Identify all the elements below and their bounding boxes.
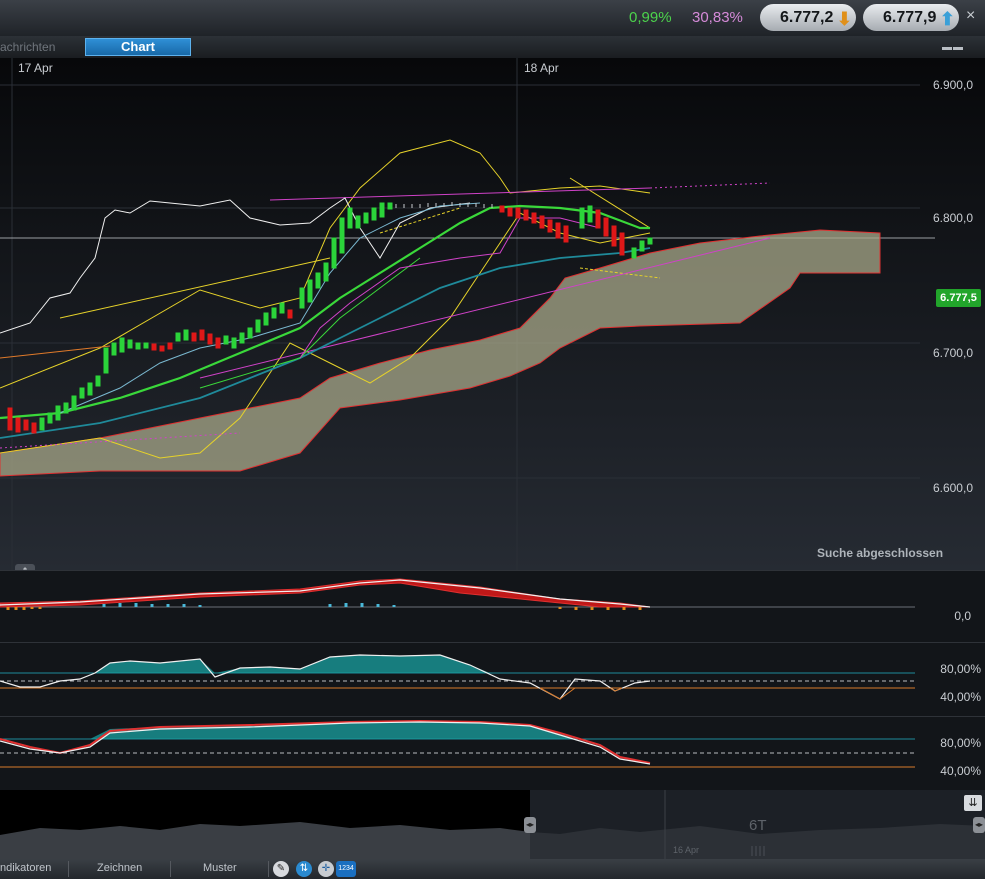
y-axis-label-1: 6.900,0: [932, 78, 973, 92]
expand-down-icon[interactable]: ⇊: [964, 795, 982, 811]
updown-arrows-icon[interactable]: ⇅: [296, 861, 312, 877]
navigator-canvas: [0, 790, 985, 860]
window-controls-icon[interactable]: ▬▬: [942, 42, 964, 53]
stoch1-low-label: 40,00%: [940, 690, 981, 704]
arrow-up-icon: ⬆: [939, 9, 955, 29]
tab-news[interactable]: achrichten: [0, 40, 55, 54]
tab-draw[interactable]: Zeichnen: [97, 862, 142, 874]
stochastic-panel-2[interactable]: 80,00% 40,00%: [0, 716, 985, 791]
y-axis-label-4: 6.600,0: [932, 481, 973, 495]
change-percent-green: 0,99%: [629, 9, 672, 26]
toolbar-separator: [170, 861, 171, 877]
arrow-down-icon: ⬇: [836, 9, 852, 29]
stoch2-low-label: 40,00%: [940, 764, 981, 778]
price-chart-canvas: [0, 58, 985, 570]
pencil-icon[interactable]: ✎: [273, 861, 289, 877]
macd-canvas: [0, 578, 915, 610]
toolbar-separator: [268, 861, 269, 877]
chart-navigator[interactable]: ◂▸ ◂▸ 6T 16 Apr: [0, 790, 985, 860]
buy-price-value: 6.777,9: [883, 9, 937, 26]
navigator-left-handle[interactable]: ◂▸: [524, 817, 536, 833]
date-label-2: 18 Apr: [524, 61, 559, 75]
change-percent-pink: 30,83%: [692, 9, 743, 26]
navigator-period-label: 6T: [749, 817, 767, 834]
y-axis-label-3: 6.700,0: [932, 346, 973, 360]
buy-price-button[interactable]: 6.777,9 ⬆: [863, 4, 959, 31]
macd-zero-label: 0,0: [954, 609, 971, 623]
numbers-icon[interactable]: 1234: [336, 861, 356, 877]
y-axis-label-2: 6.800,0: [932, 211, 973, 225]
top-bar: 0,99% 30,83% 6.777,2 ⬇ 6.777,9 ⬆ ×: [0, 0, 985, 36]
navigator-date-label: 16 Apr: [673, 845, 700, 855]
tab-bar: achrichten Chart ▬▬: [0, 36, 985, 59]
price-chart[interactable]: 17 Apr 18 Apr 6.900,0 6.800,0 6.700,0 6.…: [0, 58, 985, 570]
bottom-toolbar: ndikatoren Zeichnen Muster ✎ ⇅ ✛ 1234: [0, 859, 985, 879]
stoch1-high-label: 80,00%: [940, 662, 981, 676]
macd-panel[interactable]: 0,0: [0, 570, 985, 643]
tab-indicators[interactable]: ndikatoren: [0, 862, 51, 874]
stoch2-high-label: 80,00%: [940, 736, 981, 750]
tab-chart[interactable]: Chart: [85, 38, 191, 56]
crosshair-icon[interactable]: ✛: [318, 861, 334, 877]
stochastic-panel-1[interactable]: 80,00% 40,00%: [0, 642, 985, 717]
last-price-badge: 6.777,5: [936, 289, 981, 307]
toolbar-separator: [68, 861, 69, 877]
navigator-right-handle[interactable]: ◂▸: [973, 817, 985, 833]
stochastic-canvas-1: [0, 654, 915, 700]
stochastic-canvas-2: [0, 719, 915, 768]
tab-pattern[interactable]: Muster: [203, 862, 237, 874]
date-label-1: 17 Apr: [18, 61, 53, 75]
close-icon[interactable]: ×: [966, 7, 975, 25]
status-text: Suche abgeschlossen: [817, 546, 944, 560]
sell-price-button[interactable]: 6.777,2 ⬇: [760, 4, 856, 31]
sell-price-value: 6.777,2: [780, 9, 834, 26]
